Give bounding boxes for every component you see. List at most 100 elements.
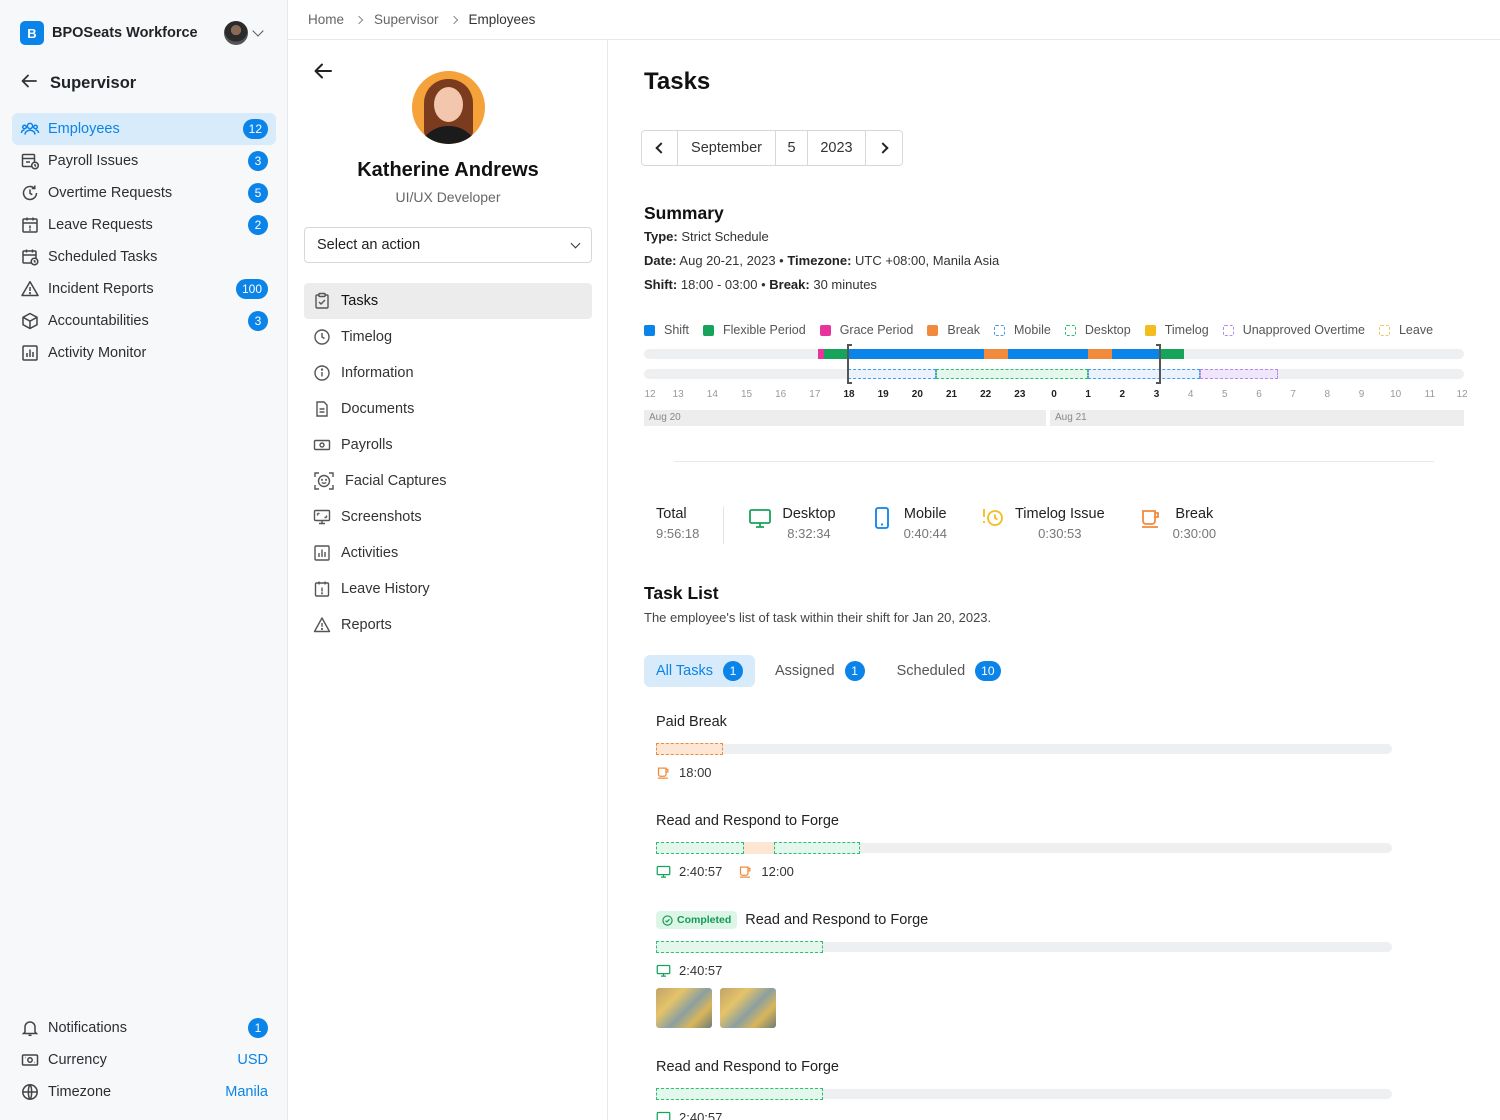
legend-label: Mobile xyxy=(1014,323,1051,337)
task-tabs: All Tasks 1 Assigned 1 Scheduled 10 xyxy=(644,655,1013,687)
calendar-icon xyxy=(313,580,331,598)
sidebar-section-title: Supervisor xyxy=(50,74,137,92)
legend-label: Timelog xyxy=(1164,323,1209,337)
legend-item: Shift xyxy=(644,323,689,337)
sidebar-back-button[interactable]: Supervisor xyxy=(20,72,136,95)
summary-title: Summary xyxy=(644,203,724,223)
task-break-value: 18:00 xyxy=(679,765,712,780)
clipboard-check-icon xyxy=(313,292,331,310)
profile-menu-screenshots[interactable]: Screenshots xyxy=(304,499,592,535)
profile-menu-reports[interactable]: Reports xyxy=(304,607,592,643)
profile-menu-information[interactable]: Information xyxy=(304,355,592,391)
profile-menu-leave-history[interactable]: Leave History xyxy=(304,571,592,607)
sidebar-item-leave-requests[interactable]: Leave Requests 2 xyxy=(12,209,276,241)
summary-date: Date: Aug 20-21, 2023 • Timezone: UTC +0… xyxy=(644,253,1000,268)
sidebar-item-incident-reports[interactable]: Incident Reports 100 xyxy=(12,273,276,305)
profile-menu-label: Facial Captures xyxy=(345,473,447,489)
sidebar-item-activity-monitor[interactable]: Activity Monitor xyxy=(12,337,276,369)
sidebar-item-label: Scheduled Tasks xyxy=(48,249,158,265)
summary-type-label: Type: xyxy=(644,229,678,244)
profile-menu: Tasks Timelog Information Documents Payr… xyxy=(304,283,592,643)
date-picker: September 5 2023 xyxy=(641,130,903,166)
sidebar-item-employees[interactable]: Employees 12 xyxy=(12,113,276,145)
summary-timezone-label: Timezone: xyxy=(787,253,852,268)
sidebar-item-label: Activity Monitor xyxy=(48,345,147,361)
hour-label: 6 xyxy=(1256,389,1262,400)
day-select[interactable]: 5 xyxy=(776,131,808,165)
legend-label: Grace Period xyxy=(839,323,914,337)
profile-menu-documents[interactable]: Documents xyxy=(304,391,592,427)
profile-menu-label: Timelog xyxy=(341,329,393,345)
task-progress-bar xyxy=(656,743,1392,755)
face-scan-icon xyxy=(313,470,335,492)
profile-menu-facial-captures[interactable]: Facial Captures xyxy=(304,463,592,499)
sidebar-item-currency[interactable]: Currency USD xyxy=(12,1044,276,1076)
tab-all-tasks[interactable]: All Tasks 1 xyxy=(644,655,755,687)
profile-menu-label: Payrolls xyxy=(341,437,393,453)
stat-label: Break xyxy=(1175,506,1214,522)
sidebar-item-scheduled-tasks[interactable]: Scheduled Tasks xyxy=(12,241,276,273)
breadcrumb-home[interactable]: Home xyxy=(308,12,344,27)
brand[interactable]: B BPOSeats Workforce xyxy=(20,21,198,45)
screenshot-thumbnail[interactable] xyxy=(656,988,712,1028)
task-list-description: The employee's list of task within their… xyxy=(644,610,992,625)
hour-label: 2 xyxy=(1119,389,1126,400)
next-date-button[interactable] xyxy=(866,131,902,165)
flexible-period-segment xyxy=(824,349,848,359)
payroll-icon xyxy=(20,151,40,171)
timeline-day-1: Aug 20 xyxy=(644,410,1046,426)
task-item[interactable]: Read and Respond to Forge 2:40:57 12:00 xyxy=(656,811,1396,879)
user-menu[interactable] xyxy=(224,21,264,45)
action-select[interactable]: Select an action xyxy=(304,227,592,263)
stat-label: Total xyxy=(656,506,687,522)
unapproved-overtime-segment xyxy=(1200,369,1278,379)
profile-menu-activities[interactable]: Activities xyxy=(304,535,592,571)
sidebar-item-payroll-issues[interactable]: Payroll Issues 3 xyxy=(12,145,276,177)
breadcrumb: Home Supervisor Employees xyxy=(288,0,1500,40)
stat-desktop: Desktop 8:32:34 xyxy=(748,506,836,546)
sidebar-item-notifications[interactable]: Notifications 1 xyxy=(12,1012,276,1044)
profile-menu-timelog[interactable]: Timelog xyxy=(304,319,592,355)
sidebar-item-overtime-requests[interactable]: Overtime Requests 5 xyxy=(12,177,276,209)
warning-icon xyxy=(20,279,40,299)
tab-scheduled[interactable]: Scheduled 10 xyxy=(885,655,1013,687)
year-select[interactable]: 2023 xyxy=(808,131,866,165)
profile-menu-payrolls[interactable]: Payrolls xyxy=(304,427,592,463)
tab-label: All Tasks xyxy=(656,663,713,679)
hour-label: 14 xyxy=(706,389,718,400)
sidebar-item-accountabilities[interactable]: Accountabilities 3 xyxy=(12,305,276,337)
count-badge: 1 xyxy=(844,661,865,681)
calendar-clock-icon xyxy=(20,247,40,267)
stat-label: Mobile xyxy=(903,506,947,522)
back-button[interactable] xyxy=(312,60,334,88)
task-item[interactable]: Paid Break 18:00 xyxy=(656,712,1396,780)
sidebar-bottom: Notifications 1 Currency USD Timezone Ma… xyxy=(12,1012,276,1108)
legend-item: Flexible Period xyxy=(703,323,806,337)
coffee-cup-icon xyxy=(740,866,751,878)
desktop-segment xyxy=(774,842,860,854)
sidebar-item-label: Leave Requests xyxy=(48,217,153,233)
screenshot-thumbnail[interactable] xyxy=(720,988,776,1028)
tab-assigned[interactable]: Assigned 1 xyxy=(763,655,877,687)
hour-label: 20 xyxy=(911,389,923,400)
task-item[interactable]: Read and Respond to Forge 2:40:57 xyxy=(656,1057,1396,1120)
sidebar-item-timezone[interactable]: Timezone Manila xyxy=(12,1076,276,1108)
prev-date-button[interactable] xyxy=(642,131,678,165)
coffee-cup-icon xyxy=(657,767,669,779)
task-desktop-value: 2:40:57 xyxy=(679,963,723,978)
divider xyxy=(674,461,1434,462)
brand-name: BPOSeats Workforce xyxy=(52,25,198,41)
document-icon xyxy=(313,400,331,418)
profile-menu-label: Information xyxy=(341,365,414,381)
timeline-track-activity xyxy=(644,369,1464,379)
task-name: Paid Break xyxy=(656,714,727,730)
task-item[interactable]: Completed Read and Respond to Forge 2:40… xyxy=(656,910,1396,1028)
count-badge: 1 xyxy=(248,1018,268,1038)
breadcrumb-supervisor[interactable]: Supervisor xyxy=(374,12,439,27)
clock-icon xyxy=(313,328,331,346)
tab-label: Scheduled xyxy=(896,663,966,679)
profile-menu-tasks[interactable]: Tasks xyxy=(304,283,592,319)
task-break-time: 18:00 xyxy=(656,765,712,780)
sidebar-item-label: Overtime Requests xyxy=(48,185,173,201)
month-select[interactable]: September xyxy=(678,131,776,165)
